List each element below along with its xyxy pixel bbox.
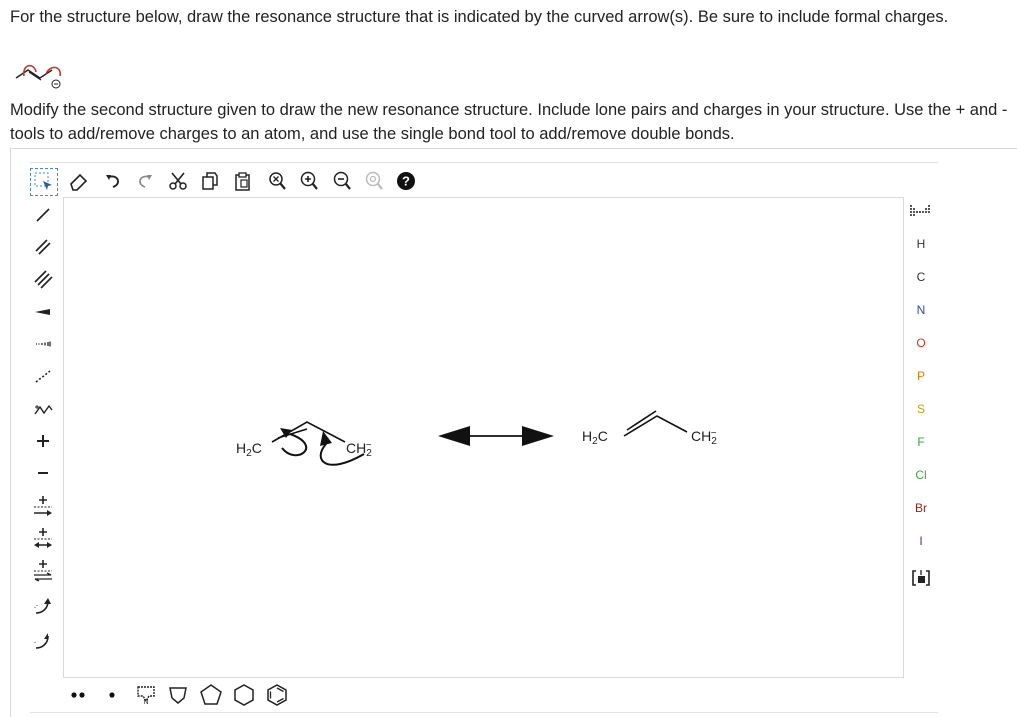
zoom-reset-icon[interactable] <box>361 168 387 194</box>
question-prompt: For the structure below, draw the resona… <box>10 8 949 26</box>
hash-bond-icon[interactable] <box>28 331 58 357</box>
element-Cl[interactable]: Cl <box>906 468 936 482</box>
element-I[interactable]: I <box>906 534 936 548</box>
minus-charge-icon[interactable] <box>28 460 58 486</box>
eraser-icon[interactable] <box>65 168 91 194</box>
cyclohexane-icon[interactable] <box>230 681 258 709</box>
element-N[interactable]: N <box>906 303 936 317</box>
chain-icon[interactable] <box>28 396 58 422</box>
element-C[interactable]: C <box>906 270 936 284</box>
double-bond-icon[interactable] <box>28 234 58 260</box>
element-S[interactable]: S <box>906 402 936 416</box>
left-ch2-label: CH2− <box>346 440 372 459</box>
element-H[interactable]: H <box>906 237 936 251</box>
wedge-bond-icon[interactable] <box>28 299 58 325</box>
right-ch2-label: CH2− <box>691 428 717 447</box>
add-plus-charge-arrow-icon[interactable] <box>28 493 58 519</box>
select-tool[interactable] <box>30 168 58 196</box>
svg-text:N: N <box>143 699 148 706</box>
lone-pair-icon[interactable] <box>66 683 90 707</box>
paste-icon[interactable] <box>230 168 256 194</box>
drawing-canvas[interactable]: H2C CH2− H2C CH2− <box>63 197 904 678</box>
cut-icon[interactable] <box>165 168 191 194</box>
right-h2c-label: H2C <box>582 428 608 447</box>
add-plus-charge-equilibrium-icon[interactable] <box>28 557 58 583</box>
template-icon[interactable]: N <box>133 682 159 708</box>
panel-bottom-divider <box>30 712 938 713</box>
dashed-bond-icon[interactable] <box>28 363 58 389</box>
instructions-text: Modify the second structure given to dra… <box>10 101 1008 143</box>
add-plus-charge-double-arrow-icon[interactable] <box>28 525 58 551</box>
svg-text:?: ? <box>402 174 410 189</box>
element-Br[interactable]: Br <box>906 501 936 515</box>
molecule-drawing <box>271 410 688 466</box>
cyclobutane-icon[interactable] <box>165 682 191 708</box>
zoom-fit-icon[interactable] <box>264 168 290 194</box>
structure-preview-icon <box>15 64 61 89</box>
redo-icon[interactable] <box>132 168 158 194</box>
plus-charge-icon[interactable] <box>28 428 58 454</box>
single-bond-icon[interactable] <box>28 202 58 228</box>
left-h2c-label: H2C <box>236 440 262 459</box>
copy-icon[interactable] <box>197 168 223 194</box>
zoom-out-icon[interactable] <box>329 168 355 194</box>
benzene-icon[interactable] <box>263 681 291 709</box>
bracket-icon[interactable] <box>906 566 936 590</box>
help-icon[interactable]: ? <box>395 170 417 192</box>
zoom-in-icon[interactable] <box>296 168 322 194</box>
curved-arrow-icon[interactable] <box>28 593 58 619</box>
single-electron-arrow-icon[interactable] <box>28 628 58 654</box>
element-P[interactable]: P <box>906 369 936 383</box>
toolbar-divider <box>30 162 938 163</box>
undo-icon[interactable] <box>100 168 126 194</box>
triple-bond-icon[interactable] <box>28 266 58 292</box>
periodic-table-icon[interactable] <box>906 200 936 224</box>
element-O[interactable]: O <box>906 336 936 350</box>
cyclopentane-icon[interactable] <box>197 681 225 709</box>
element-F[interactable]: F <box>906 435 936 449</box>
radical-icon[interactable] <box>100 683 124 707</box>
